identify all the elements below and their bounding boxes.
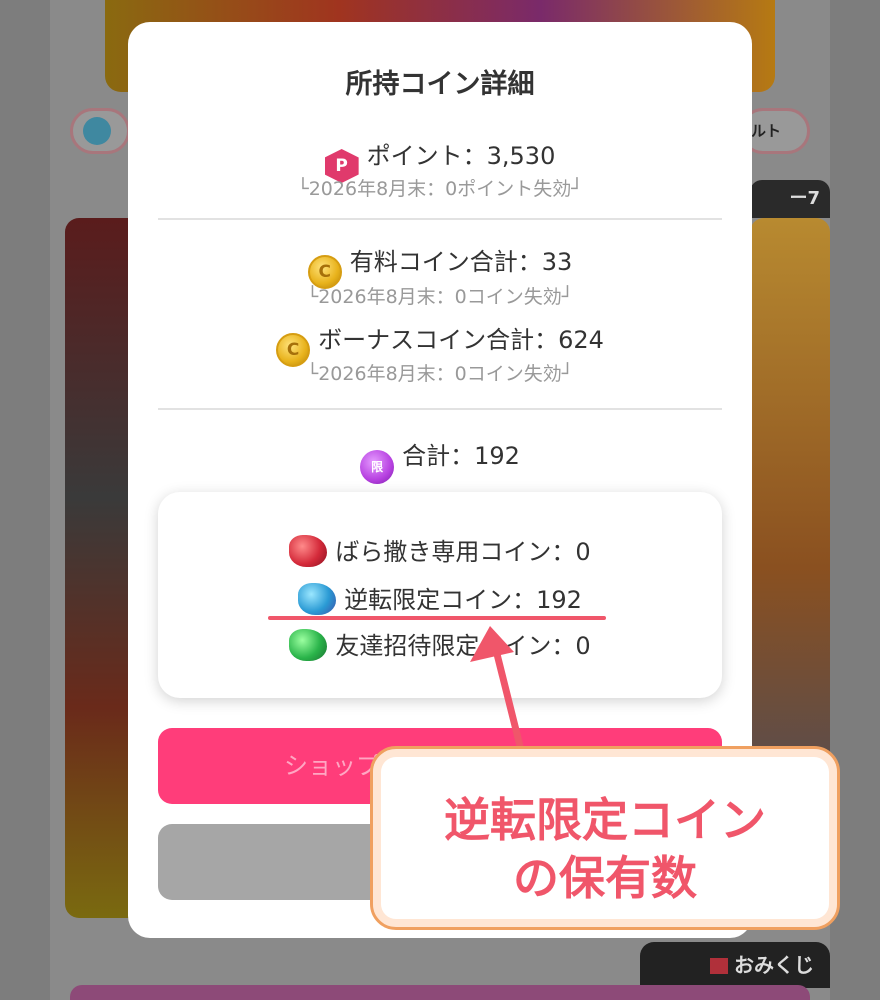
divider [158, 408, 722, 410]
points-expiry: └2026年8月末：0ポイント失効┘ [297, 178, 583, 200]
bonus-coin-label: ボーナスコイン合計：624 [318, 326, 604, 354]
limited-coin-icon: 限 [360, 450, 395, 484]
omikuji-tab: おみくじ [640, 942, 830, 988]
bottom-banner [70, 985, 810, 1000]
red-gem-coin-icon [289, 535, 328, 567]
paid-coin-expiry: └2026年8月末：0コイン失効┘ [306, 286, 574, 308]
callout-line-2: の保有数 [513, 851, 697, 905]
breakdown-row: 友達招待限定コイン：0 [158, 626, 722, 661]
breakdown-row: 逆転限定コイン：192 [158, 580, 722, 615]
filter-button [70, 108, 130, 154]
divider [158, 218, 722, 220]
scatter-coin-label: ばら撒き専用コイン：0 [335, 538, 591, 566]
callout-line-1: 逆転限定コイン [444, 793, 766, 847]
corner-tag: ー7 [750, 180, 830, 218]
modal-title: 所持コイン詳細 [345, 69, 535, 100]
left-margin [0, 0, 50, 1000]
limited-total-label: 合計：192 [402, 442, 520, 470]
bonus-coin-expiry: └2026年8月末：0コイン失効┘ [306, 363, 574, 385]
limited-total-row: 限合計：192 [128, 436, 752, 484]
filter-icon [83, 117, 111, 145]
paid-coin-label: 有料コイン合計：33 [349, 248, 573, 276]
blue-gem-coin-icon [298, 583, 337, 615]
limited-breakdown-card: ばら撒き専用コイン：0 逆転限定コイン：192 友達招待限定コイン：0 [158, 492, 722, 698]
omikuji-label: おみくじ [734, 953, 814, 977]
highlight-underline [268, 616, 606, 620]
clapper-icon [710, 958, 728, 974]
points-label: ポイント：3,530 [366, 142, 556, 170]
invite-coin-label: 友達招待限定コイン：0 [335, 632, 591, 660]
breakdown-row: ばら撒き専用コイン：0 [158, 532, 722, 567]
green-gem-coin-icon [289, 629, 328, 661]
reversal-coin-label: 逆転限定コイン：192 [344, 586, 582, 614]
